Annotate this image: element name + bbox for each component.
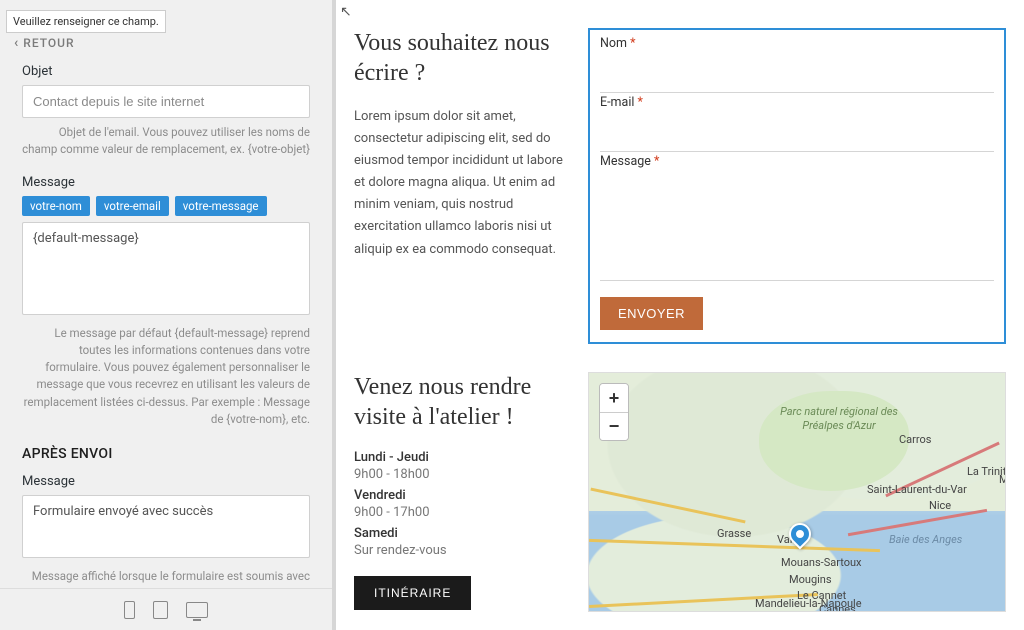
opening-hours: Lundi - Jeudi 9h00 - 18h00 Vendredi 9h00… xyxy=(354,450,564,558)
device-preview-bar xyxy=(0,588,332,630)
tag-votre-message[interactable]: votre-message xyxy=(175,196,267,216)
email-field-label: E-mail * xyxy=(600,95,994,110)
phone-icon[interactable] xyxy=(124,601,135,619)
replacement-tags: votre-nom votre-email votre-message xyxy=(22,196,310,216)
message-field[interactable] xyxy=(600,171,994,281)
objet-input[interactable] xyxy=(22,85,310,118)
map-city-label: Grasse xyxy=(717,527,751,540)
hours-day: Lundi - Jeudi xyxy=(354,450,564,465)
submit-button[interactable]: ENVOYER xyxy=(600,297,703,330)
park-label: Parc naturel régional des Préalpes d'Azu… xyxy=(779,405,899,433)
contact-description: Lorem ipsum dolor sit amet, consectetur … xyxy=(354,106,564,261)
map-city-label: Mougins xyxy=(789,573,832,586)
hours-time: 9h00 - 17h00 xyxy=(354,505,564,520)
zoom-in-button[interactable]: + xyxy=(600,384,628,412)
message-textarea[interactable]: {default-message} xyxy=(22,222,310,315)
hours-time: 9h00 - 18h00 xyxy=(354,467,564,482)
zoom-out-button[interactable]: − xyxy=(600,412,628,440)
after-send-textarea[interactable]: Formulaire envoyé avec succès xyxy=(22,495,310,558)
map-city-label: Nice xyxy=(929,499,951,512)
map-city-label: Mon xyxy=(999,473,1006,486)
hours-day: Vendredi xyxy=(354,488,564,503)
map-city-label: Mouans-Sartoux xyxy=(781,556,862,569)
back-label: RETOUR xyxy=(23,36,74,50)
name-field-label: Nom * xyxy=(600,36,994,51)
sea-label: Baie des Anges xyxy=(889,533,962,546)
map-city-label: Cannes xyxy=(819,603,856,612)
name-field[interactable] xyxy=(600,53,994,93)
objet-help: Objet de l'email. Vous pouvez utiliser l… xyxy=(22,124,310,159)
map-city-label: Carros xyxy=(899,433,931,446)
message-label: Message xyxy=(22,175,310,190)
chevron-left-icon: ‹ xyxy=(14,36,19,50)
location-map[interactable]: Parc naturel régional des Préalpes d'Azu… xyxy=(588,372,1006,612)
page-preview: ↖ Vous souhaitez nous écrire ? Lorem ips… xyxy=(336,0,1024,630)
validation-tooltip: Veuillez renseigner ce champ. xyxy=(6,10,166,33)
message-field-label: Message * xyxy=(600,154,994,169)
hours-time: Sur rendez-vous xyxy=(354,543,564,558)
objet-label: Objet xyxy=(22,64,310,79)
contact-heading: Vous souhaitez nous écrire ? xyxy=(354,28,564,88)
map-city-label: Saint-Laurent-du-Var xyxy=(867,483,967,496)
visit-heading: Venez nous rendre visite à l'atelier ! xyxy=(354,372,564,432)
message-help: Le message par défaut {default-message} … xyxy=(22,325,310,429)
after-send-message-label: Message xyxy=(22,474,310,489)
map-zoom-control: + − xyxy=(599,383,629,441)
contact-form: Nom * E-mail * Message * ENVOYER xyxy=(588,28,1006,344)
hours-day: Samedi xyxy=(354,526,564,541)
collapse-panel-icon[interactable]: ↖ xyxy=(340,4,352,20)
after-send-help: Message affiché lorsque le formulaire es… xyxy=(22,568,310,588)
after-send-title: APRÈS ENVOI xyxy=(0,438,332,468)
directions-button[interactable]: ITINÉRAIRE xyxy=(354,576,471,610)
settings-sidebar: Veuillez renseigner ce champ. ‹ RETOUR O… xyxy=(0,0,336,630)
tag-votre-email[interactable]: votre-email xyxy=(96,196,169,216)
email-field[interactable] xyxy=(600,112,994,152)
desktop-icon[interactable] xyxy=(186,602,208,618)
tablet-icon[interactable] xyxy=(153,601,168,619)
tag-votre-nom[interactable]: votre-nom xyxy=(22,196,90,216)
